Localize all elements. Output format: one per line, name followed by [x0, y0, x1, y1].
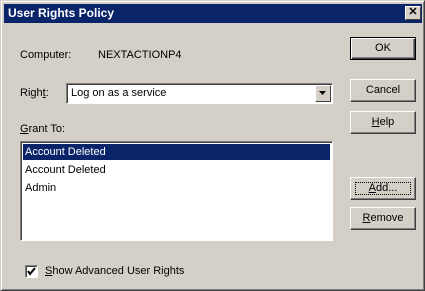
- computer-name: NEXTACTIONP4: [98, 49, 182, 61]
- list-item[interactable]: Account Deleted: [23, 162, 330, 178]
- list-item[interactable]: Admin: [23, 180, 330, 196]
- close-button[interactable]: ✕: [405, 6, 421, 20]
- ok-button[interactable]: OK: [350, 37, 416, 60]
- show-advanced-user-rights-label[interactable]: Show Advanced User Rights: [45, 265, 184, 277]
- dialog-title: User Rights Policy: [8, 6, 115, 20]
- computer-label: Computer:: [20, 49, 72, 61]
- help-button[interactable]: Help: [350, 111, 416, 134]
- close-icon: ✕: [408, 6, 418, 18]
- user-rights-policy-dialog: User Rights Policy ✕ Computer: NEXTACTIO…: [0, 0, 425, 291]
- show-advanced-user-rights-checkbox[interactable]: [25, 265, 38, 278]
- right-select-dropdown-button[interactable]: [315, 85, 331, 102]
- right-label: Right:: [20, 87, 49, 99]
- right-select[interactable]: Log on as a service: [66, 83, 333, 104]
- cancel-button[interactable]: Cancel: [350, 79, 416, 102]
- chevron-down-icon: [319, 91, 326, 95]
- grant-to-list[interactable]: Account Deleted Account Deleted Admin: [20, 141, 333, 241]
- remove-button[interactable]: Remove: [350, 207, 416, 230]
- title-bar[interactable]: User Rights Policy ✕: [4, 4, 422, 23]
- checkmark-icon: [27, 267, 36, 276]
- list-item[interactable]: Account Deleted: [23, 144, 330, 160]
- right-select-value: Log on as a service: [71, 87, 167, 99]
- add-button[interactable]: Add...: [350, 177, 416, 200]
- grant-to-label: Grant To:: [20, 123, 66, 135]
